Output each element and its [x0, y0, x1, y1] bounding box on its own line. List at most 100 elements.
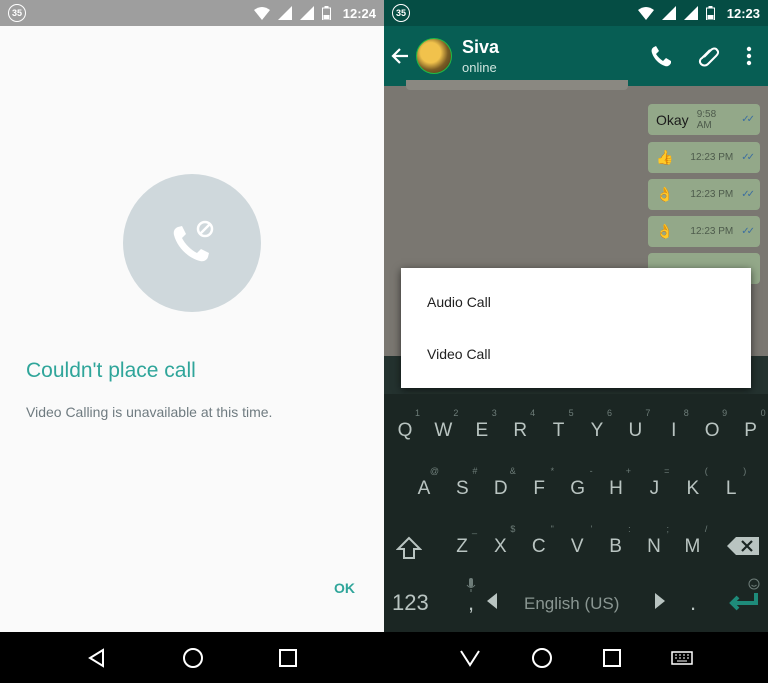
- read-ticks-icon: ✓✓: [741, 152, 755, 163]
- audio-call-option[interactable]: Audio Call: [401, 276, 751, 328]
- previous-message: [406, 80, 628, 90]
- key[interactable]: + H: [599, 466, 633, 500]
- key[interactable]: 6Y: [580, 408, 614, 442]
- key[interactable]: 2W: [426, 408, 460, 442]
- key[interactable]: ) L: [714, 466, 748, 500]
- recents-icon[interactable]: [603, 648, 621, 667]
- key-hint: /: [704, 524, 708, 534]
- call-type-menu: Audio Call Video Call: [401, 268, 751, 388]
- key-hint: 6: [606, 408, 612, 418]
- key[interactable]: & D: [484, 466, 518, 500]
- arrow-left-icon[interactable]: [486, 592, 498, 610]
- space-bar[interactable]: English (US): [524, 594, 619, 614]
- key-label: B: [609, 536, 622, 557]
- enter-icon[interactable]: [724, 592, 760, 612]
- key[interactable]: = J: [637, 466, 671, 500]
- clock: 12:23: [726, 5, 760, 21]
- key[interactable]: :B: [599, 524, 633, 558]
- status-bar: 35 12:23: [384, 0, 768, 26]
- message-bubble[interactable]: 👌 12:23 PM ✓✓: [648, 216, 760, 247]
- clock: 12:24: [342, 5, 376, 21]
- ok-button[interactable]: OK: [334, 580, 355, 596]
- key[interactable]: 0P: [734, 408, 768, 442]
- key[interactable]: $ X: [483, 524, 517, 558]
- key[interactable]: 9O: [695, 408, 729, 442]
- read-ticks-icon: ✓✓: [741, 189, 755, 200]
- microphone-icon: [466, 578, 476, 592]
- key-label: Z: [456, 536, 468, 557]
- key-hint: =: [664, 466, 670, 476]
- key[interactable]: ' V: [560, 524, 594, 558]
- key-label: A: [417, 478, 431, 499]
- contact-info[interactable]: Siva online: [462, 37, 499, 75]
- comma-key[interactable]: ,: [454, 590, 488, 616]
- key-label: I: [671, 420, 677, 441]
- key-label: Q: [397, 420, 413, 441]
- key-label: D: [493, 478, 508, 499]
- key[interactable]: (K: [676, 466, 710, 500]
- backspace-icon[interactable]: [726, 536, 760, 556]
- more-vertical-icon[interactable]: [746, 46, 752, 66]
- key-label: E: [475, 420, 489, 441]
- dialog-message: Video Calling is unavailable at this tim…: [26, 404, 273, 420]
- key-hint: ': [590, 524, 593, 534]
- back-arrow-icon[interactable]: [390, 46, 410, 66]
- key-hint: @: [429, 466, 439, 476]
- key-hint: 3: [491, 408, 497, 418]
- phone-icon[interactable]: [650, 45, 672, 67]
- message-bubble[interactable]: 👌 12:23 PM ✓✓: [648, 179, 760, 210]
- status-bar: 35 12:24: [0, 0, 384, 26]
- signal-icon: [277, 6, 292, 20]
- key[interactable]: -G: [561, 466, 595, 500]
- back-icon[interactable]: [87, 647, 107, 668]
- keyboard-row-1: 1Q2W3E4R5T6Y7U8I9O0P: [384, 408, 768, 472]
- recents-icon[interactable]: [278, 648, 297, 667]
- video-call-option[interactable]: Video Call: [401, 328, 751, 380]
- key[interactable]: _ Z: [445, 524, 479, 558]
- key-label: W: [434, 420, 453, 441]
- wifi-icon: [637, 6, 654, 20]
- left-screen: 35 12:24 Couldn't place call Video Calli…: [0, 0, 384, 683]
- key-hint: #: [472, 466, 478, 476]
- key[interactable]: # S: [445, 466, 479, 500]
- signal-icon: [661, 6, 676, 20]
- key-hint: _: [471, 524, 477, 534]
- signal-icon: [683, 6, 698, 20]
- key[interactable]: 1Q: [388, 408, 422, 442]
- key[interactable]: / M: [675, 524, 709, 558]
- key[interactable]: ; N: [637, 524, 671, 558]
- key[interactable]: * F: [522, 466, 556, 500]
- key-hint: 8: [683, 408, 689, 418]
- keyboard-icon[interactable]: [671, 650, 693, 665]
- key[interactable]: 8I: [657, 408, 691, 442]
- home-icon[interactable]: [531, 647, 553, 669]
- key[interactable]: @ A: [407, 466, 441, 500]
- key-hint: 1: [414, 408, 420, 418]
- message-bubble[interactable]: Okay 9:58 AM ✓✓: [648, 104, 760, 135]
- message-bubble[interactable]: 👍 12:23 PM ✓✓: [648, 142, 760, 173]
- arrow-right-icon[interactable]: [654, 592, 666, 610]
- key[interactable]: " C: [522, 524, 556, 558]
- emoji-icon[interactable]: [748, 578, 760, 590]
- symbols-key[interactable]: 123: [392, 590, 429, 616]
- shift-icon[interactable]: [396, 536, 422, 560]
- contact-avatar[interactable]: [416, 38, 452, 74]
- key-label: X: [494, 536, 507, 557]
- signal-icon: [299, 6, 314, 20]
- key[interactable]: 3E: [465, 408, 499, 442]
- key-label: N: [647, 536, 661, 557]
- key[interactable]: 4R: [503, 408, 537, 442]
- paperclip-icon[interactable]: [698, 45, 720, 67]
- key-hint: (: [704, 466, 708, 476]
- home-icon[interactable]: [182, 647, 204, 669]
- period-key[interactable]: .: [676, 590, 710, 616]
- key-hint: ": [550, 524, 554, 534]
- key-label: K: [686, 478, 700, 499]
- key[interactable]: 7U: [618, 408, 652, 442]
- key-hint: 5: [568, 408, 574, 418]
- key-label: P: [744, 420, 757, 441]
- key[interactable]: 5T: [542, 408, 576, 442]
- key-hint: -: [589, 466, 593, 476]
- hide-keyboard-icon[interactable]: [459, 649, 481, 667]
- key-hint: :: [628, 524, 631, 534]
